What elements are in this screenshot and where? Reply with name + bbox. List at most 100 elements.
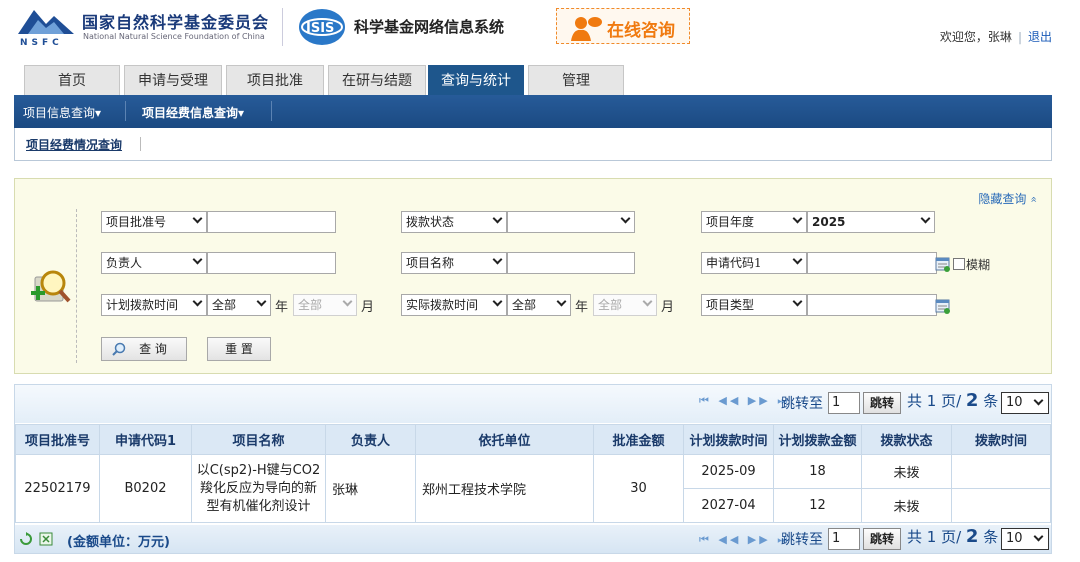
person-chat-icon [571, 17, 602, 41]
cell-project-name: 以C(sp2)-H键与CO2羧化反应为导向的新型有机催化剂设计 [191, 454, 326, 523]
logout-link[interactable]: 退出 [1028, 30, 1052, 44]
pager-info-prefix: 共 1 页/ [907, 528, 962, 546]
col-plan-amount[interactable]: 计划拨款金额 [773, 424, 862, 455]
tab-research[interactable]: 在研与结题 [328, 65, 426, 95]
col-approved-amount[interactable]: 批准金额 [593, 424, 684, 455]
pager-jump-button[interactable]: 跳转 [863, 528, 901, 550]
select-value: 申请代码1 [706, 256, 762, 270]
tab-query-stats[interactable]: 查询与统计 [428, 65, 524, 95]
reset-button[interactable]: 重 置 [207, 337, 271, 361]
page-size-select[interactable]: 10 [1001, 392, 1049, 414]
chevron-down-icon [620, 213, 631, 224]
tab-approval[interactable]: 项目批准 [226, 65, 324, 95]
subnav-project-info[interactable]: 项目信息查询▾ [23, 104, 101, 121]
system-name: 科学基金网络信息系统 [354, 18, 505, 36]
project-type-label-select[interactable]: 项目类型 [701, 294, 807, 316]
code-picker-icon[interactable] [935, 256, 951, 272]
bottom-pager-bar: (金额单位：万元) ⏮ ◀◀ ▶▶ ⏭ 跳转至 1 跳转 共 1 页/ 2 条 … [15, 525, 1051, 553]
nsfc-letters: NSFC [20, 38, 63, 46]
tab-apply[interactable]: 申请与受理 [124, 65, 222, 95]
pager-info: 共 1 页/ 2 条 [907, 526, 998, 547]
welcome-area: 欢迎您，张琳 | 退出 [940, 28, 1052, 45]
chevron-down-icon [192, 213, 203, 224]
pager-nav-icons[interactable]: ⏮ ◀◀ ▶▶ ⏭ [699, 533, 790, 547]
leader-input[interactable] [207, 252, 336, 274]
nsfc-logo: NSFC [18, 10, 74, 46]
col-project-name[interactable]: 项目名称 [191, 424, 326, 455]
cell-paid-time [951, 454, 1051, 489]
cell-status: 未拨 [861, 454, 952, 489]
apply-code-type-select[interactable]: 申请代码1 [701, 252, 807, 274]
amount-unit-note: (金额单位：万元) [67, 535, 170, 550]
collapse-up-icon: » [1027, 196, 1041, 203]
leader-type-select[interactable]: 负责人 [101, 252, 207, 274]
col-apply-code[interactable]: 申请代码1 [99, 424, 192, 455]
col-approval-no[interactable]: 项目批准号 [15, 424, 100, 455]
tab-home[interactable]: 首页 [24, 65, 120, 95]
pager-info-count: 2 [965, 390, 979, 411]
pager-jump-button[interactable]: 跳转 [863, 392, 901, 414]
chevron-down-icon [792, 213, 803, 224]
select-value: 负责人 [106, 256, 143, 270]
isis-logo: ISIS [299, 9, 345, 45]
cell-plan-time: 2027-04 [683, 488, 774, 523]
col-leader[interactable]: 负责人 [325, 424, 416, 455]
project-year-select[interactable]: 2025 [807, 211, 935, 233]
month-unit: 月 [361, 300, 375, 315]
select-value: 全部 [598, 298, 623, 312]
plan-time-type-select[interactable]: 计划拨款时间 [101, 294, 207, 316]
funding-status-type-select[interactable]: 拨款状态 [401, 211, 507, 233]
export-excel-icon[interactable] [39, 532, 53, 546]
select-value: 实际拨款时间 [406, 298, 479, 312]
subnav-project-info-label: 项目信息查询 [23, 106, 96, 120]
fuzzy-checkbox[interactable] [953, 258, 965, 270]
pager-page-input[interactable]: 1 [828, 392, 860, 414]
subnav-separator [271, 101, 272, 121]
project-type-input[interactable] [807, 294, 937, 316]
subnav-funding-info[interactable]: 项目经费信息查询▾ [142, 104, 244, 121]
pager-nav-icons[interactable]: ⏮ ◀◀ ▶▶ ⏭ [699, 394, 790, 408]
chevron-down-icon [1033, 531, 1044, 542]
project-name-type-select[interactable]: 项目名称 [401, 252, 507, 274]
col-status[interactable]: 拨款状态 [861, 424, 952, 455]
cell-approved-amount: 30 [593, 454, 684, 523]
results-panel: ⏮ ◀◀ ▶▶ ⏭ 跳转至 1 跳转 共 1 页/ 2 条 10 项目批准号 申… [14, 384, 1052, 554]
plan-month-select[interactable]: 全部 [293, 294, 357, 316]
actual-year-select[interactable]: 全部 [507, 294, 571, 316]
col-plan-time[interactable]: 计划拨款时间 [683, 424, 774, 455]
project-name-input[interactable] [507, 252, 635, 274]
apply-code-input[interactable] [807, 252, 937, 274]
online-consult-button[interactable]: 在线咨询 [556, 8, 690, 44]
approval-no-type-select[interactable]: 项目批准号 [101, 211, 207, 233]
year-unit: 年 [575, 300, 589, 315]
refresh-icon[interactable] [19, 532, 33, 546]
subnav-funding-info-label: 项目经费信息查询 [142, 106, 239, 120]
type-picker-icon[interactable] [935, 298, 951, 314]
chevron-down-icon: ▾ [238, 106, 245, 120]
plan-year-select[interactable]: 全部 [207, 294, 271, 316]
col-institution[interactable]: 依托单位 [415, 424, 594, 455]
welcome-text: 欢迎您，张琳 [939, 30, 1012, 44]
actual-month-select[interactable]: 全部 [593, 294, 657, 316]
pager-jump-label: 跳转至 [781, 532, 823, 548]
chevron-down-icon [556, 296, 567, 307]
project-year-type-select[interactable]: 项目年度 [701, 211, 807, 233]
actual-time-type-select[interactable]: 实际拨款时间 [401, 294, 507, 316]
org-name-en: National Natural Science Foundation of C… [83, 32, 265, 41]
hide-query-link[interactable]: 隐藏查询 » [978, 190, 1041, 207]
col-paid-time[interactable]: 拨款时间 [951, 424, 1051, 455]
approval-no-input[interactable] [207, 211, 336, 233]
search-button[interactable]: 查 询 [101, 337, 187, 361]
isis-logo-text: ISIS [306, 21, 334, 36]
select-value: 全部 [212, 298, 237, 312]
select-value: 项目类型 [706, 298, 755, 312]
funding-status-select[interactable] [507, 211, 635, 233]
breadcrumb-funding-status[interactable]: 项目经费情况查询 [26, 136, 122, 153]
tab-manage[interactable]: 管理 [528, 65, 624, 95]
chevron-down-icon [792, 254, 803, 265]
breadcrumb: 项目经费情况查询 [14, 128, 1052, 161]
chevron-down-icon [256, 296, 267, 307]
pager-page-input[interactable]: 1 [828, 528, 860, 550]
page-size-select[interactable]: 10 [1001, 528, 1049, 550]
chevron-down-icon [920, 213, 931, 224]
